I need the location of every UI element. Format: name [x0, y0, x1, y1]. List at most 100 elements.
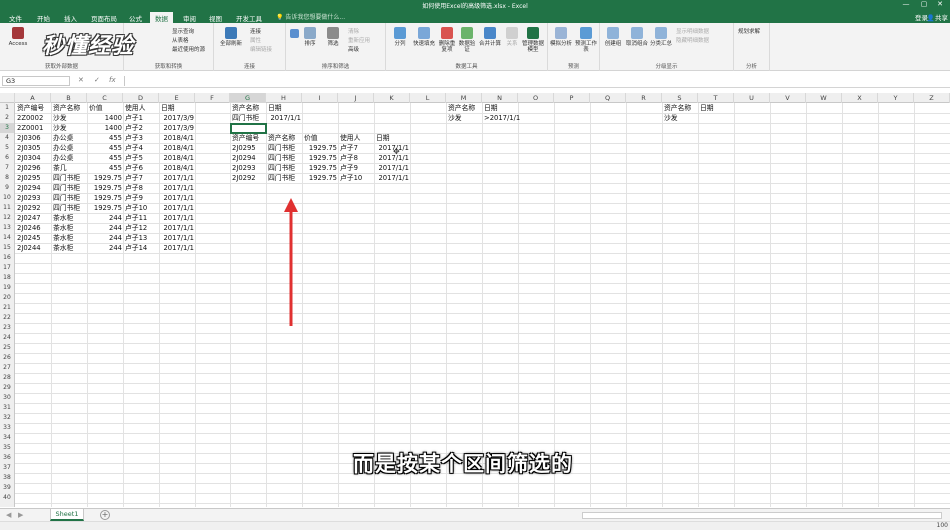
column-header[interactable]: F — [195, 93, 230, 103]
column-header[interactable]: A — [15, 93, 51, 103]
row-header[interactable]: 35 — [0, 443, 15, 453]
table-cell[interactable]: 2018/4/1 — [159, 143, 194, 153]
table-cell[interactable]: 2017/1/1 — [159, 243, 194, 253]
table-header-cell[interactable]: 资产名称 — [53, 103, 80, 113]
table-cell[interactable]: 1929.75 — [87, 193, 122, 203]
next-sheet-icon[interactable]: ▶ — [18, 511, 23, 519]
result-header-cell[interactable]: 资产名称 — [268, 133, 295, 143]
tab-page-layout[interactable]: 页面布局 — [86, 12, 122, 23]
row-header[interactable]: 7 — [0, 163, 15, 173]
consolidate-button[interactable]: 合并计算 — [478, 27, 502, 47]
column-header[interactable]: Z — [914, 93, 950, 103]
table-cell[interactable]: 2Z0002 — [17, 113, 43, 123]
column-header[interactable]: J — [338, 93, 374, 103]
table-cell[interactable]: 四门书柜 — [53, 183, 80, 193]
criteria-cell[interactable]: 四门书柜 — [232, 113, 259, 123]
table-cell[interactable]: 茶水柜 — [53, 213, 73, 223]
table-cell[interactable]: 2J0247 — [17, 213, 41, 223]
table-cell[interactable]: 2J0245 — [17, 233, 41, 243]
table-cell[interactable]: 卢子2 — [125, 123, 143, 133]
row-header[interactable]: 25 — [0, 343, 15, 353]
row-header[interactable]: 39 — [0, 483, 15, 493]
function-icon[interactable]: fx — [109, 76, 116, 84]
row-header[interactable]: 40 — [0, 493, 15, 503]
ungroup-button[interactable]: 取消组合 — [626, 27, 648, 47]
table-cell[interactable]: 办公桌 — [53, 133, 73, 143]
result-cell[interactable]: 1929.75 — [302, 143, 337, 153]
table-cell[interactable]: 2J0294 — [17, 183, 41, 193]
result-header-cell[interactable]: 日期 — [376, 133, 390, 143]
row-header[interactable]: 37 — [0, 463, 15, 473]
row-header[interactable]: 21 — [0, 303, 15, 313]
table-cell[interactable]: 卢子6 — [125, 163, 143, 173]
table-cell[interactable]: 1400 — [87, 113, 122, 123]
column-header[interactable]: T — [698, 93, 734, 103]
row-header[interactable]: 31 — [0, 403, 15, 413]
table-cell[interactable]: 办公桌 — [53, 153, 73, 163]
row-header[interactable]: 1 — [0, 103, 15, 113]
result-header-cell[interactable]: 资产编号 — [232, 133, 259, 143]
table-cell[interactable]: 卢子10 — [125, 203, 147, 213]
row-header[interactable]: 23 — [0, 323, 15, 333]
result-header-cell[interactable]: 使用人 — [340, 133, 360, 143]
column-header[interactable]: D — [123, 93, 159, 103]
table-cell[interactable]: 2017/1/1 — [159, 233, 194, 243]
criteria-header-cell[interactable]: 资产名称 — [232, 103, 259, 113]
row-header[interactable]: 20 — [0, 293, 15, 303]
add-sheet-button[interactable]: + — [100, 510, 110, 520]
table-cell[interactable]: 2017/1/1 — [159, 183, 194, 193]
formula-input[interactable] — [124, 76, 946, 86]
row-header[interactable]: 8 — [0, 173, 15, 183]
criteria-header-cell[interactable]: 日期 — [268, 103, 282, 113]
column-header[interactable]: X — [842, 93, 878, 103]
table-cell[interactable]: 1929.75 — [87, 173, 122, 183]
criteria-header-cell[interactable]: 日期 — [700, 103, 714, 113]
subtotal-button[interactable]: 分类汇总 — [650, 27, 672, 47]
edit-links-button[interactable]: 编辑链接 — [250, 45, 272, 53]
table-cell[interactable]: 卢子4 — [125, 143, 143, 153]
table-cell[interactable]: 沙发 — [53, 123, 67, 133]
sort-button[interactable]: 排序 — [301, 27, 319, 47]
table-header-cell[interactable]: 资产编号 — [17, 103, 44, 113]
row-header[interactable]: 4 — [0, 133, 15, 143]
table-cell[interactable]: 2J0296 — [17, 163, 41, 173]
result-cell[interactable]: 2017/1/1 — [374, 163, 409, 173]
result-cell[interactable]: 2017/1/1 — [374, 143, 409, 153]
table-cell[interactable]: 茶几 — [53, 163, 67, 173]
table-cell[interactable]: 455 — [87, 153, 122, 163]
criteria-header-cell[interactable]: 日期 — [484, 103, 498, 113]
tab-insert[interactable]: 插入 — [59, 12, 82, 23]
table-cell[interactable]: 卢子9 — [125, 193, 143, 203]
sort-az-button[interactable] — [289, 29, 299, 40]
cancel-icon[interactable]: ✕ — [78, 76, 84, 84]
column-header[interactable]: V — [770, 93, 806, 103]
filter-button[interactable]: 筛选 — [324, 27, 342, 47]
row-header[interactable]: 34 — [0, 433, 15, 443]
table-cell[interactable]: 2017/1/1 — [159, 193, 194, 203]
table-cell[interactable]: 卢子14 — [125, 243, 147, 253]
table-cell[interactable]: 244 — [87, 223, 122, 233]
tab-developer[interactable]: 开发工具 — [231, 12, 267, 23]
result-cell[interactable]: 2J0295 — [232, 143, 256, 153]
close-button[interactable]: ✕ — [932, 0, 948, 8]
column-header[interactable]: I — [302, 93, 338, 103]
advanced-filter-button[interactable]: 高级 — [348, 45, 359, 53]
table-cell[interactable]: 2018/4/1 — [159, 153, 194, 163]
table-cell[interactable]: 沙发 — [53, 113, 67, 123]
column-header[interactable]: M — [446, 93, 482, 103]
recent-sources-button[interactable]: 最近使用的源 — [172, 45, 205, 53]
table-cell[interactable]: 2017/1/1 — [159, 203, 194, 213]
result-header-cell[interactable]: 价值 — [304, 133, 318, 143]
criteria-header-cell[interactable]: 资产名称 — [664, 103, 691, 113]
table-header-cell[interactable]: 价值 — [89, 103, 103, 113]
refresh-all-button[interactable]: 全部刷新 — [217, 27, 245, 47]
column-header[interactable]: L — [410, 93, 446, 103]
table-cell[interactable]: 卢子3 — [125, 133, 143, 143]
row-header[interactable]: 30 — [0, 393, 15, 403]
from-table-button[interactable]: 从表格 — [172, 36, 189, 44]
prev-sheet-icon[interactable]: ◀ — [6, 511, 11, 519]
criteria-cell[interactable]: 沙发 — [664, 113, 678, 123]
result-cell[interactable]: 2J0293 — [232, 163, 256, 173]
row-header[interactable]: 12 — [0, 213, 15, 223]
column-header[interactable]: Q — [590, 93, 626, 103]
